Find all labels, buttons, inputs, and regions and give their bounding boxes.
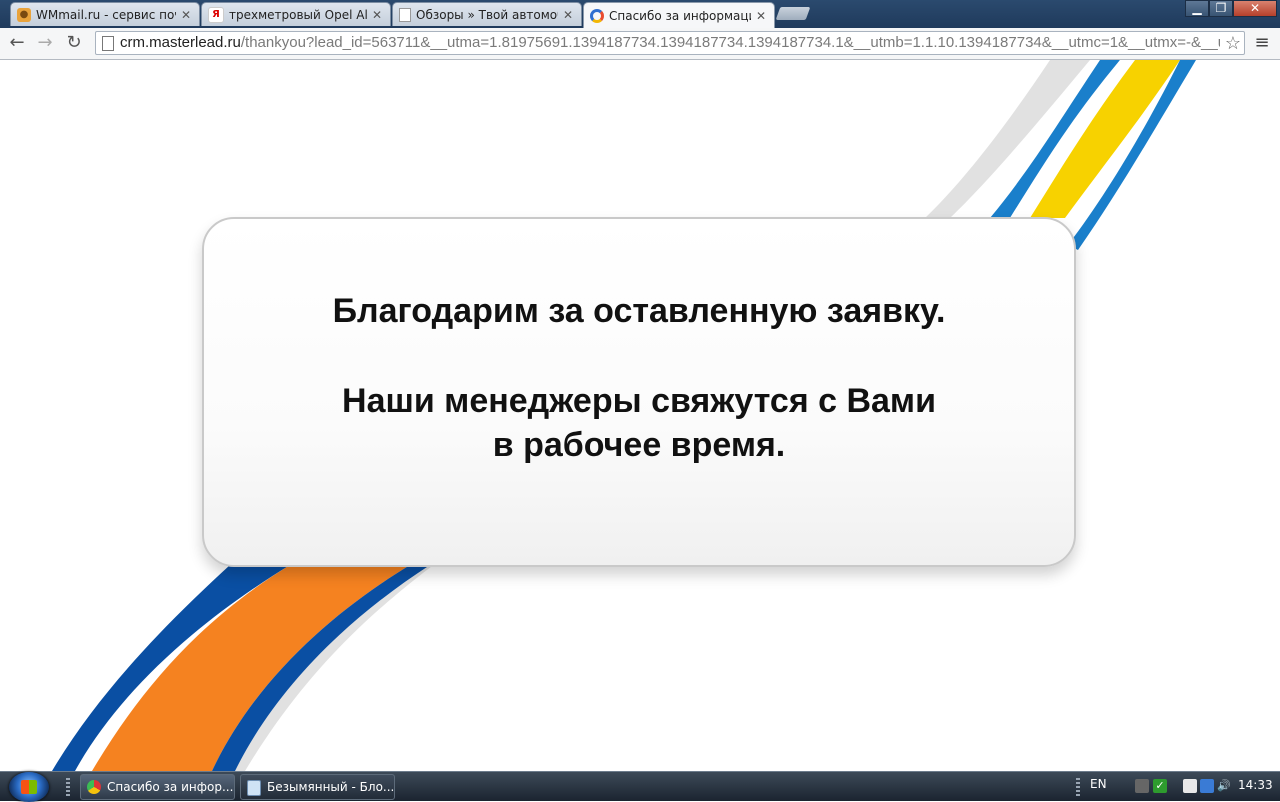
tab-thankyou[interactable]: Спасибо за информацию ✕ — [583, 2, 775, 28]
notepad-icon — [247, 780, 261, 796]
taskbar-task-notepad[interactable]: Безымянный - Бло... — [240, 774, 395, 800]
network-monitor-tray-icon[interactable] — [1200, 779, 1214, 793]
reload-button[interactable]: ↻ — [63, 32, 85, 54]
window-close-button[interactable]: ✕ — [1233, 0, 1277, 17]
tab-strip: ● WMmail.ru - сервис почт ✕ Я трехметров… — [0, 0, 1280, 28]
volume-tray-icon[interactable]: 🔊 — [1217, 779, 1231, 793]
manager-message-line1: Наши менеджеры свяжутся с Вами — [342, 382, 936, 420]
yandex-favicon-icon: Я — [208, 6, 224, 23]
taskbar-task-chrome[interactable]: Спасибо за инфор... — [80, 774, 235, 800]
windows-logo-icon — [21, 780, 37, 794]
close-tab-icon[interactable]: ✕ — [561, 8, 575, 22]
chrome-menu-button[interactable]: ≡ — [1252, 33, 1272, 53]
task-label: Спасибо за инфор... — [107, 780, 234, 794]
browser-toolbar: ← → ↻ crm.masterlead.ru/thankyou?lead_id… — [0, 28, 1280, 60]
address-url: crm.masterlead.ru/thankyou?lead_id=56371… — [120, 32, 1220, 54]
chrome-icon — [87, 780, 101, 794]
thankyou-heading: Благодарим за оставленную заявку. — [332, 292, 946, 330]
page-viewport: Благодарим за оставленную заявку. Наши м… — [0, 60, 1280, 771]
battery-tray-icon[interactable] — [1183, 779, 1197, 793]
new-tab-button[interactable] — [775, 7, 811, 20]
tab-obzory[interactable]: Обзоры » Твой автомоб ✕ — [392, 2, 582, 26]
close-tab-icon[interactable]: ✕ — [754, 9, 768, 23]
page-icon — [102, 36, 114, 51]
start-button[interactable] — [9, 772, 49, 802]
close-tab-icon[interactable]: ✕ — [179, 8, 193, 22]
tab-title: WMmail.ru - сервис почт — [36, 7, 176, 22]
masterlead-favicon-icon — [590, 8, 604, 23]
language-indicator[interactable]: EN — [1090, 777, 1107, 791]
windows-taskbar: Спасибо за инфор... Безымянный - Бло... … — [0, 771, 1280, 802]
taskbar-grip — [1076, 778, 1080, 796]
close-tab-icon[interactable]: ✕ — [370, 8, 384, 22]
tab-title: Спасибо за информацию — [609, 8, 751, 23]
maximize-button[interactable]: ❐ — [1209, 0, 1233, 17]
tab-title: Обзоры » Твой автомоб — [416, 7, 558, 22]
page-favicon-icon — [399, 7, 411, 22]
task-label: Безымянный - Бло... — [267, 780, 395, 794]
forward-button[interactable]: → — [34, 32, 56, 54]
taskbar-grip — [66, 778, 70, 796]
tab-yandex[interactable]: Я трехметровый Opel Alleg ✕ — [201, 2, 391, 26]
back-button[interactable]: ← — [6, 32, 28, 54]
address-bar[interactable]: crm.masterlead.ru/thankyou?lead_id=56371… — [95, 31, 1245, 55]
manager-message-line2: в рабочее время. — [492, 426, 786, 464]
address-host: crm.masterlead.ru — [120, 34, 241, 51]
system-clock[interactable]: 14:33 — [1238, 778, 1273, 792]
tab-title: трехметровый Opel Alleg — [229, 7, 367, 22]
address-path: /thankyou?lead_id=563711&__utma=1.819756… — [240, 34, 1220, 51]
wmmail-favicon-icon: ● — [17, 7, 31, 22]
tab-wmmail[interactable]: ● WMmail.ru - сервис почт ✕ — [10, 2, 200, 26]
thankyou-card: Благодарим за оставленную заявку. Наши м… — [202, 217, 1076, 567]
security-check-tray-icon[interactable]: ✓ — [1153, 779, 1167, 793]
network-tray-icon[interactable] — [1135, 779, 1149, 793]
bookmark-star-icon[interactable]: ☆ — [1225, 32, 1241, 54]
minimize-button[interactable]: ▁ — [1185, 0, 1209, 17]
